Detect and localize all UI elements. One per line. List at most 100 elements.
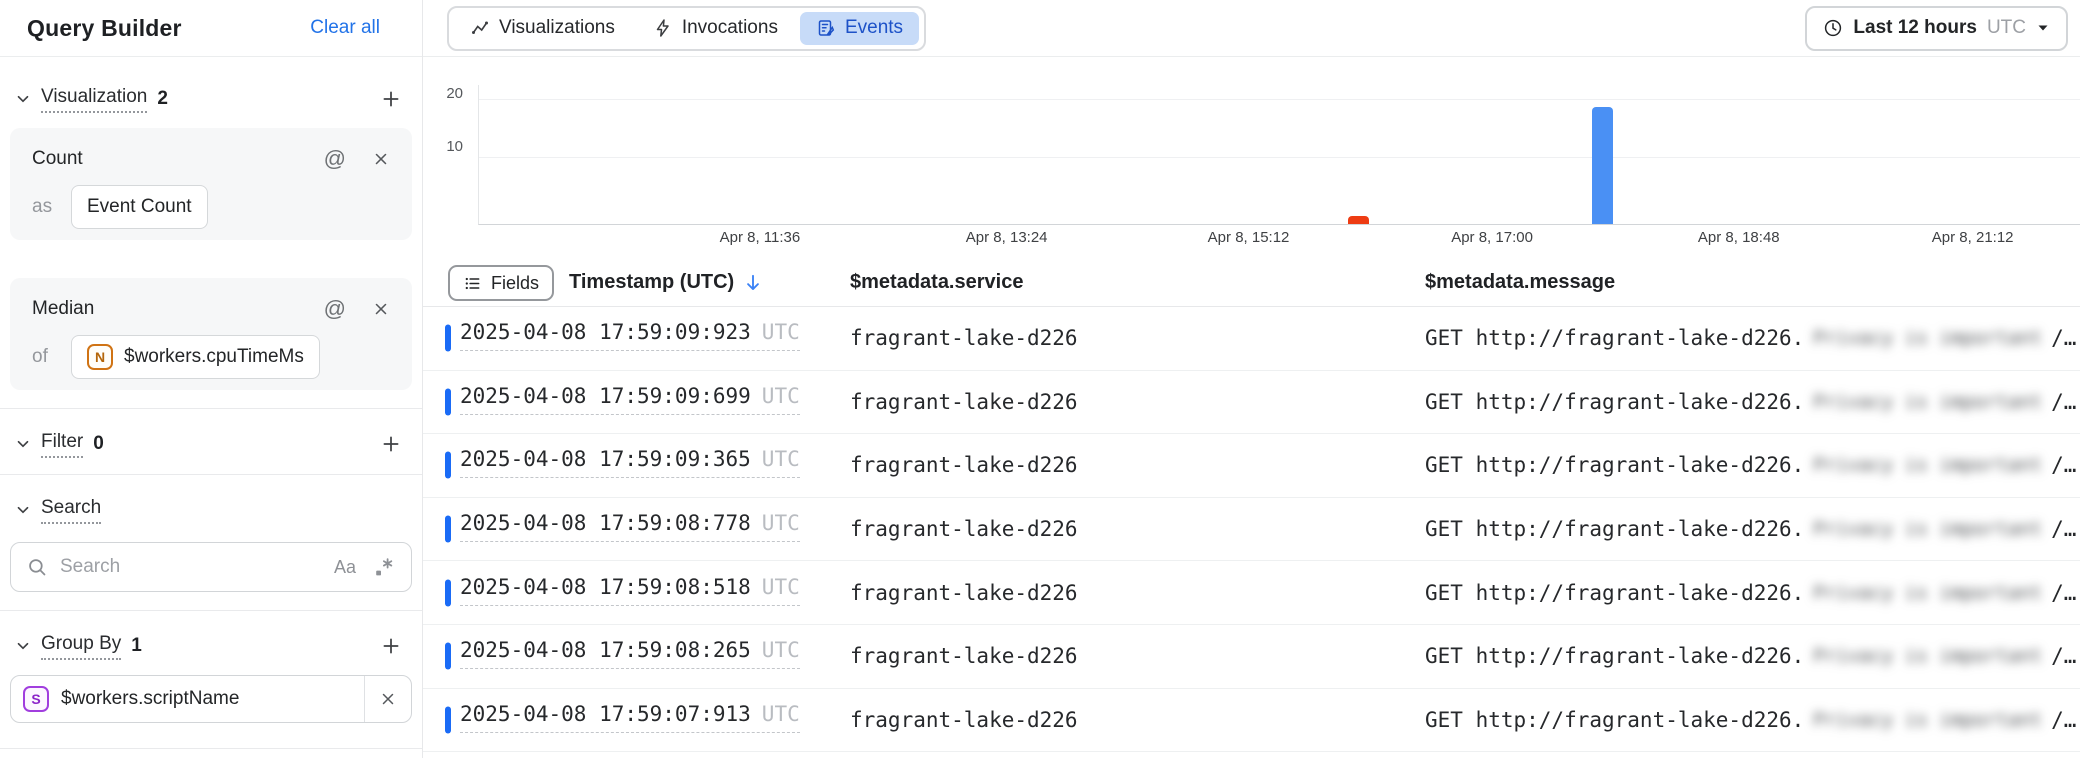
chart-bar[interactable] xyxy=(1348,216,1369,224)
row-message: GET http://fragrant-lake-d226.Privacy is… xyxy=(1425,644,2076,668)
visualization-card-count: Count @ as Event Count xyxy=(10,128,412,240)
top-bar-left: Query Builder Clear all xyxy=(0,15,422,42)
gridline xyxy=(479,99,2080,100)
divider xyxy=(0,610,422,611)
table-row[interactable]: 2025-04-08 17:59:09:923UTCfragrant-lake-… xyxy=(423,307,2080,371)
row-service: fragrant-lake-d226 xyxy=(850,390,1078,414)
y-tick-label: 20 xyxy=(423,85,463,102)
view-tab-group: Visualizations Invocations xyxy=(447,6,926,51)
table-row[interactable]: 2025-04-08 17:59:09:365UTCfragrant-lake-… xyxy=(423,434,2080,498)
string-type-badge: S xyxy=(23,686,49,712)
add-visualization-button[interactable] xyxy=(380,88,402,110)
row-message: GET http://fragrant-lake-d226.Privacy is… xyxy=(1425,453,2076,477)
median-field-select[interactable]: N $workers.cpuTimeMs xyxy=(71,335,320,379)
count-alias-select[interactable]: Event Count xyxy=(71,185,208,229)
row-accent-bar xyxy=(445,388,451,415)
row-message: GET http://fragrant-lake-d226.Privacy is… xyxy=(1425,390,2076,414)
column-header-service: $metadata.service xyxy=(850,258,1023,307)
remove-group-by-button[interactable] xyxy=(365,690,411,708)
close-icon[interactable] xyxy=(372,150,390,168)
fields-button[interactable]: Fields xyxy=(448,265,554,301)
observability-query-builder-page: Query Builder Clear all Visualizations xyxy=(0,0,2080,758)
table-row[interactable]: 2025-04-08 17:59:07:913UTC fragrant-lake-… xyxy=(423,689,2080,753)
chevron-down-icon xyxy=(2036,21,2050,35)
tab-invocations[interactable]: Invocations xyxy=(637,12,794,45)
group-by-field-select[interactable]: S $workers.scriptName xyxy=(10,675,412,723)
card-title: Count xyxy=(32,148,83,170)
tab-label: Invocations xyxy=(682,17,778,39)
table-row[interactable]: 2025-04-08 17:59:08:518UTCfragrant-lake-… xyxy=(423,561,2080,625)
line-chart-icon xyxy=(470,18,490,38)
column-header-timestamp[interactable]: Timestamp (UTC) xyxy=(569,258,764,307)
row-message-redacted: Privacy is important xyxy=(1813,454,2042,476)
chevron-down-icon[interactable] xyxy=(14,90,32,108)
row-service: fragrant-lake-d226 xyxy=(850,644,1078,668)
at-mention-icon[interactable]: @ xyxy=(324,148,346,170)
row-service: fragrant-lake-d226 xyxy=(850,708,1078,732)
section-search-header: Search xyxy=(0,495,422,525)
column-label: $metadata.service xyxy=(850,271,1023,294)
events-panel: 2010 Apr 8, 11:36Apr 8, 13:24Apr 8, 15:1… xyxy=(423,57,2080,758)
row-service: fragrant-lake-d226 xyxy=(850,517,1078,541)
table-row[interactable]: 2025-04-08 17:59:09:699UTC fragrant-lake-… xyxy=(423,371,2080,435)
chart-bar[interactable] xyxy=(1592,107,1613,224)
table-header: Fields Timestamp (UTC) $metadata.service… xyxy=(423,258,2080,307)
row-message-redacted: Privacy is important xyxy=(1813,582,2042,604)
row-timestamp: 2025-04-08 17:59:08:778UTC xyxy=(460,511,800,542)
clear-all-link[interactable]: Clear all xyxy=(310,17,380,39)
chevron-down-icon[interactable] xyxy=(14,435,32,453)
regex-toggle-icon[interactable] xyxy=(372,555,396,579)
table-row[interactable]: 2025-04-08 17:59:08:778UTC fragrant-lake-… xyxy=(423,498,2080,562)
visualization-count: 2 xyxy=(157,88,168,110)
row-message-redacted: Privacy is important xyxy=(1813,709,2042,731)
section-filter-label: Filter xyxy=(41,431,83,458)
section-search-label: Search xyxy=(41,497,101,524)
card-title: Median xyxy=(32,298,94,320)
x-tick-label: Apr 8, 17:00 xyxy=(1451,229,1533,246)
event-count-chart: 2010 Apr 8, 11:36Apr 8, 13:24Apr 8, 15:1… xyxy=(423,57,2080,258)
fields-button-label: Fields xyxy=(491,273,539,294)
number-type-badge: N xyxy=(87,344,113,370)
row-message: GET http://fragrant-lake-d226.Privacy is… xyxy=(1425,581,2076,605)
at-mention-icon[interactable]: @ xyxy=(324,298,346,320)
search-input[interactable]: Search Aa xyxy=(10,542,412,592)
add-group-by-button[interactable] xyxy=(380,635,402,657)
time-range-timezone: UTC xyxy=(1987,17,2026,39)
column-label: Timestamp (UTC) xyxy=(569,271,734,294)
divider xyxy=(0,748,422,749)
row-accent-bar xyxy=(445,579,451,606)
x-tick-label: Apr 8, 18:48 xyxy=(1698,229,1780,246)
chevron-down-icon[interactable] xyxy=(14,637,32,655)
gridline xyxy=(479,157,2080,158)
row-timestamp: 2025-04-08 17:59:09:365UTC xyxy=(460,448,800,479)
table-row[interactable]: 2025-04-08 17:59:08:265UTCfragrant-lake-… xyxy=(423,625,2080,689)
row-timestamp: 2025-04-08 17:59:07:913UTC xyxy=(460,702,800,733)
add-filter-button[interactable] xyxy=(380,433,402,455)
row-timestamp: 2025-04-08 17:59:08:518UTC xyxy=(460,575,800,606)
page-title: Query Builder xyxy=(27,15,182,42)
chart-plot xyxy=(478,85,2080,225)
divider xyxy=(0,474,422,475)
lightning-icon xyxy=(653,18,673,38)
tab-visualizations[interactable]: Visualizations xyxy=(454,12,631,45)
x-tick-label: Apr 8, 13:24 xyxy=(966,229,1048,246)
sort-descending-icon xyxy=(742,272,764,294)
section-group-by-label: Group By xyxy=(41,633,121,660)
match-case-toggle[interactable]: Aa xyxy=(334,557,356,578)
close-icon[interactable] xyxy=(372,300,390,318)
time-range-selector[interactable]: Last 12 hours UTC xyxy=(1805,6,2068,51)
row-message: GET http://fragrant-lake-d226.Privacy is… xyxy=(1425,326,2076,350)
search-icon xyxy=(26,556,48,578)
tab-events[interactable]: Events xyxy=(800,12,919,45)
top-bar: Query Builder Clear all Visualizations xyxy=(0,0,2080,57)
filter-count: 0 xyxy=(93,433,104,455)
sidebar-divider xyxy=(422,0,423,758)
row-timestamp: 2025-04-08 17:59:09:699UTC xyxy=(460,384,800,415)
time-range-label: Last 12 hours xyxy=(1853,17,1977,39)
memo-icon xyxy=(816,18,836,38)
row-message: GET http://fragrant-lake-d226.Privacy is… xyxy=(1425,517,2076,541)
clock-icon xyxy=(1823,18,1843,38)
column-header-message: $metadata.message xyxy=(1425,258,1615,307)
group-by-value: $workers.scriptName xyxy=(61,688,239,710)
chevron-down-icon[interactable] xyxy=(14,501,32,519)
